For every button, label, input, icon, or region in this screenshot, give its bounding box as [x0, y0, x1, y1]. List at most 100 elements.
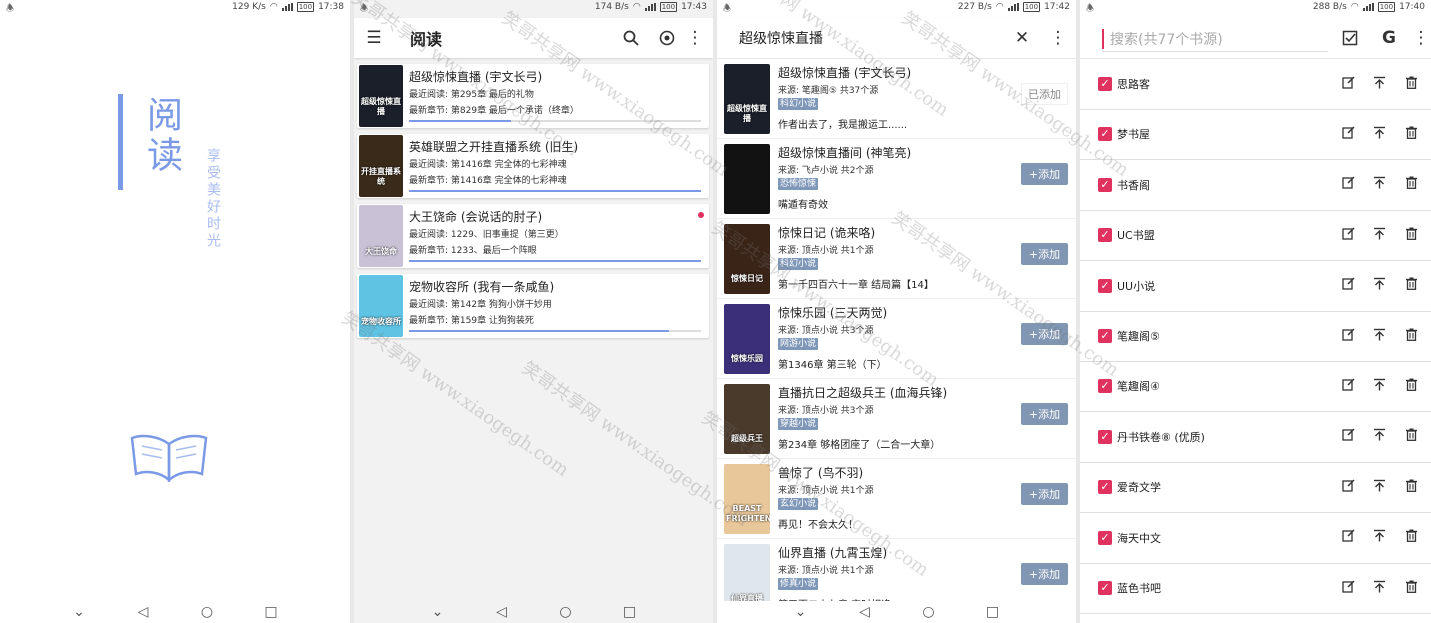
edit-icon[interactable]	[1339, 176, 1357, 193]
bookshelf-item[interactable]: 超级惊悚直播 超级惊悚直播 (宇文长弓) 最近阅读: 第295章 最后的礼物 最新章节…	[357, 64, 709, 128]
search-result-row[interactable]: 惊悚日记 惊悚日记 (诡来咯) 来源: 顶点小说 共1个源 科幻小说 第一千四百六十一章…	[717, 219, 1076, 299]
cover-title: 惊悚日记	[731, 274, 763, 283]
add-to-shelf-button[interactable]: +添加	[1021, 563, 1068, 585]
search-result-row[interactable]: 惊悚乐园 惊悚乐园 (三天两觉) 来源: 顶点小说 共3个源 网游小说 第1346章 第…	[717, 299, 1076, 379]
edit-icon[interactable]	[1339, 479, 1357, 496]
move-to-top-icon[interactable]	[1370, 277, 1388, 294]
search-result-row[interactable]: 超级惊悚直播 超级惊悚直播 (宇文长弓) 来源: 笔趣阁⑤ 共37个源 科幻小说 作者出…	[717, 59, 1076, 139]
more-options-icon[interactable]: ⋮	[1044, 24, 1072, 52]
latest-chapter: 第1346章 第三轮（下）	[778, 360, 887, 371]
delete-icon[interactable]	[1402, 227, 1420, 244]
search-result-row[interactable]: 超级兵王 直播抗日之超级兵王 (血海兵锋) 来源: 顶点小说 共3个源 穿越小说 第23…	[717, 379, 1076, 459]
delete-icon[interactable]	[1402, 126, 1420, 143]
text-caret	[1102, 28, 1104, 49]
signal-icon	[281, 3, 293, 11]
edit-icon[interactable]	[1339, 277, 1357, 294]
genre-tag: 恐怖惊悚	[778, 178, 819, 190]
delete-icon[interactable]	[1402, 277, 1420, 294]
edit-icon[interactable]	[1339, 75, 1357, 93]
nav-back-icon[interactable]: ◁	[134, 604, 152, 620]
search-result-row[interactable]: BEAST FRIGHTEN 兽惊了 (鸟不羽) 来源: 顶点小说 共1个源 玄幻小说…	[717, 459, 1076, 539]
menu-icon[interactable]: ☰	[360, 24, 388, 52]
source-name: UU小说	[1117, 279, 1156, 293]
source-row: ✓ 笔趣阁④	[1080, 361, 1431, 413]
nav-hide-icon[interactable]: ⌄	[429, 604, 447, 620]
search-icon[interactable]	[617, 24, 645, 52]
source-enabled-checkbox[interactable]: ✓	[1098, 278, 1112, 293]
delete-icon[interactable]	[1402, 529, 1420, 546]
cover-title: 惊悚乐园	[731, 354, 763, 363]
system-nav-bar: ⌄ ◁ ○ □	[0, 601, 350, 623]
search-result-row[interactable]: 超级惊悚直播间 (神笔亮) 来源: 飞卢小说 共2个源 恐怖惊悚 嘴遁有奇效 +添加	[717, 139, 1076, 219]
latest-chapter: 第234章 够格团座了（二合一大章）	[778, 440, 941, 451]
bookshelf-item[interactable]: 开挂直播系统 英雄联盟之开挂直播系统 (旧生) 最近阅读: 第1416章 完全体的七…	[357, 134, 709, 198]
nav-back-icon[interactable]: ◁	[493, 604, 511, 620]
edit-icon[interactable]	[1339, 579, 1357, 597]
add-to-shelf-button[interactable]: +添加	[1021, 243, 1068, 265]
nav-recents-icon[interactable]: □	[621, 604, 639, 620]
nav-home-icon[interactable]: ○	[557, 604, 575, 620]
group-icon[interactable]: G	[1375, 24, 1403, 52]
move-to-top-icon[interactable]	[1370, 227, 1388, 244]
delete-icon[interactable]	[1402, 328, 1420, 345]
source-enabled-checkbox[interactable]: ✓	[1098, 480, 1112, 495]
move-to-top-icon[interactable]	[1370, 529, 1388, 546]
nav-back-icon[interactable]: ◁	[856, 604, 874, 620]
nav-recents-icon[interactable]: □	[984, 604, 1002, 620]
nav-home-icon[interactable]: ○	[920, 604, 938, 620]
more-options-icon[interactable]: ⋮	[681, 24, 709, 52]
source-name: 笔趣阁⑤	[1117, 330, 1160, 343]
move-to-top-icon[interactable]	[1370, 479, 1388, 496]
move-to-top-icon[interactable]	[1370, 126, 1388, 143]
edit-icon[interactable]	[1339, 126, 1357, 143]
add-to-shelf-button[interactable]: +添加	[1021, 163, 1068, 185]
bookshelf-item[interactable]: 宠物收容所 宠物收容所 (我有一条咸鱼) 最近阅读: 第142章 狗狗小饼干妙用 最新…	[357, 274, 709, 338]
delete-icon[interactable]	[1402, 580, 1420, 597]
source-enabled-checkbox[interactable]: ✓	[1098, 379, 1112, 394]
sync-icon[interactable]	[653, 24, 681, 52]
nav-recents-icon[interactable]: □	[262, 604, 280, 620]
source-enabled-checkbox[interactable]: ✓	[1098, 228, 1112, 243]
move-to-top-icon[interactable]	[1370, 378, 1388, 395]
edit-icon[interactable]	[1339, 378, 1357, 395]
move-to-top-icon[interactable]	[1370, 428, 1388, 445]
select-all-icon[interactable]	[1336, 24, 1364, 52]
nav-hide-icon[interactable]: ⌄	[70, 604, 88, 620]
delete-icon[interactable]	[1402, 378, 1420, 395]
search-query-input[interactable]: 超级惊悚直播	[739, 28, 823, 48]
edit-icon[interactable]	[1339, 227, 1357, 244]
source-enabled-checkbox[interactable]: ✓	[1098, 329, 1112, 343]
edit-icon[interactable]	[1339, 327, 1357, 345]
move-to-top-icon[interactable]	[1370, 328, 1388, 345]
nav-hide-icon[interactable]: ⌄	[792, 604, 810, 620]
delete-icon[interactable]	[1402, 428, 1420, 445]
source-name: 爱奇文学	[1117, 481, 1161, 495]
delete-icon[interactable]	[1402, 76, 1420, 93]
more-options-icon[interactable]: ⋮	[1407, 24, 1431, 52]
add-to-shelf-button[interactable]: +添加	[1021, 483, 1068, 505]
add-to-shelf-button[interactable]: +添加	[1021, 403, 1068, 425]
move-to-top-icon[interactable]	[1370, 580, 1388, 597]
clear-search-icon[interactable]: ✕	[1008, 24, 1036, 52]
edit-icon[interactable]	[1339, 529, 1357, 546]
source-row: ✓ 海天中文	[1080, 513, 1431, 564]
recent-chapter: 最近阅读: 第295章 最后的礼物	[409, 90, 534, 100]
source-enabled-checkbox[interactable]: ✓	[1098, 581, 1112, 595]
add-to-shelf-button[interactable]: +添加	[1021, 323, 1068, 345]
source-enabled-checkbox[interactable]: ✓	[1098, 127, 1112, 142]
nav-home-icon[interactable]: ○	[198, 604, 216, 620]
source-enabled-checkbox[interactable]: ✓	[1098, 530, 1112, 545]
book-source: 来源: 顶点小说 共3个源	[778, 406, 874, 416]
source-enabled-checkbox[interactable]: ✓	[1098, 177, 1112, 192]
move-to-top-icon[interactable]	[1370, 76, 1388, 93]
system-nav-bar: ⌄ ◁ ○ □	[717, 601, 1076, 623]
move-to-top-icon[interactable]	[1370, 176, 1388, 193]
source-enabled-checkbox[interactable]: ✓	[1098, 77, 1112, 91]
bookshelf-item[interactable]: 大王饶命 大王饶命 (会说话的肘子) 最近阅读: 1229、旧事重提（第三更） 最新章…	[357, 204, 709, 268]
edit-icon[interactable]	[1339, 428, 1357, 445]
delete-icon[interactable]	[1402, 479, 1420, 496]
source-enabled-checkbox[interactable]: ✓	[1098, 429, 1112, 444]
delete-icon[interactable]	[1402, 176, 1420, 193]
book-title: 仙界直播 (九霄玉煌)	[778, 546, 888, 560]
source-search-input[interactable]: 搜索(共77个书源)	[1102, 26, 1328, 52]
